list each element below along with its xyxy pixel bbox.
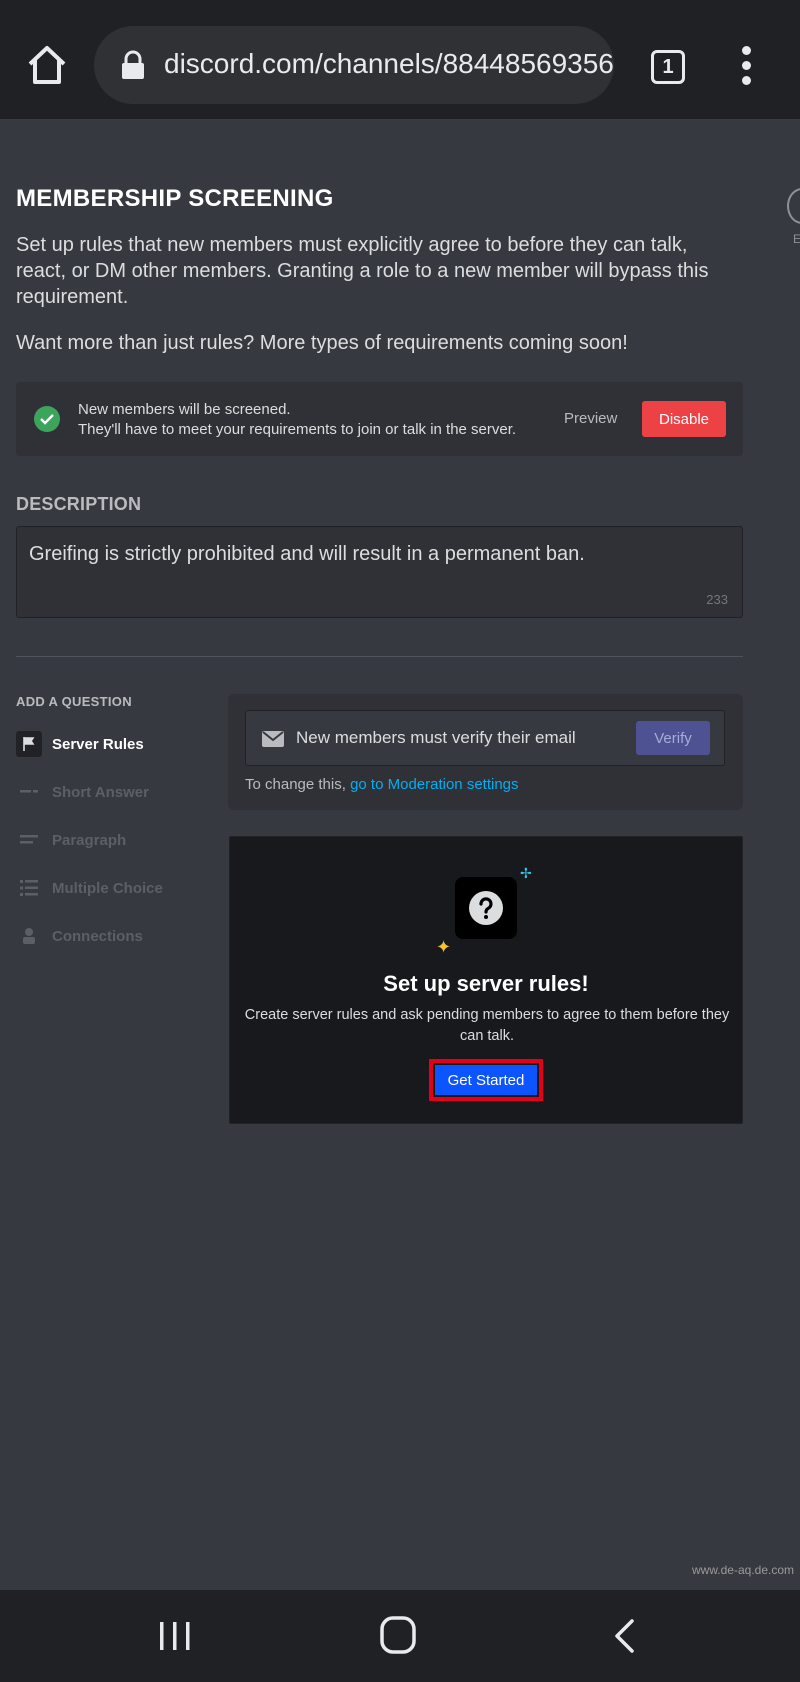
- address-bar[interactable]: discord.com/channels/884485693567: [94, 26, 614, 104]
- robot-icon: [16, 923, 42, 949]
- server-rules-card: ✢ ✦ Set up server rules! Create server r…: [229, 836, 743, 1124]
- home-nav-icon[interactable]: [380, 1616, 416, 1654]
- browser-toolbar: discord.com/channels/884485693567 1: [0, 0, 800, 120]
- disable-button[interactable]: Disable: [642, 401, 726, 437]
- question-mark-icon: [455, 877, 517, 939]
- edge-label-partial: E: [793, 232, 800, 246]
- star-sparkle-icon: ✦: [436, 937, 452, 957]
- email-verification-panel: New members must verify their email Veri…: [228, 694, 743, 810]
- question-short-answer[interactable]: Short Answer: [16, 778, 149, 806]
- back-icon[interactable]: [612, 1618, 636, 1654]
- description-text: Greifing is strictly prohibited and will…: [29, 543, 585, 565]
- verify-button[interactable]: Verify: [636, 721, 710, 755]
- paragraph-icon: [16, 827, 42, 853]
- description-input[interactable]: Greifing is strictly prohibited and will…: [16, 526, 743, 618]
- description-label: DESCRIPTION: [16, 494, 142, 514]
- close-button-partial[interactable]: [787, 188, 800, 224]
- add-question-label: ADD A QUESTION: [16, 694, 132, 709]
- question-paragraph[interactable]: Paragraph: [16, 826, 126, 854]
- verify-email-text: New members must verify their email: [296, 728, 576, 747]
- watermark: www.de-aq.de.com: [691, 1563, 794, 1577]
- divider: [16, 656, 743, 657]
- sparkle-icon: ✢: [520, 865, 532, 881]
- tab-switcher-button[interactable]: 1: [651, 50, 685, 84]
- moderation-settings-link[interactable]: go to Moderation settings: [350, 776, 518, 793]
- question-connections[interactable]: Connections: [16, 922, 143, 950]
- list-icon: [16, 875, 42, 901]
- more-menu-icon[interactable]: [736, 46, 756, 86]
- question-multiple-choice[interactable]: Multiple Choice: [16, 874, 163, 902]
- preview-button[interactable]: Preview: [564, 410, 617, 427]
- intro-text: Set up rules that new members must expli…: [16, 234, 709, 308]
- highlight-outline: Get Started: [429, 1059, 543, 1101]
- system-nav-bar: [0, 1590, 800, 1682]
- question-server-rules[interactable]: Server Rules: [16, 730, 144, 758]
- lock-icon: [120, 50, 146, 80]
- rules-title: Set up server rules!: [383, 971, 589, 996]
- character-count: 233: [706, 592, 728, 607]
- email-verification-row: New members must verify their email Veri…: [245, 710, 725, 766]
- check-circle-icon: [34, 406, 60, 432]
- screening-status-card: New members will be screened. They'll ha…: [16, 382, 743, 456]
- short-answer-icon: [16, 779, 42, 805]
- page-title: MEMBERSHIP SCREENING: [16, 185, 334, 212]
- intro-more-text: Want more than just rules? More types of…: [16, 332, 628, 354]
- recent-apps-icon[interactable]: [158, 1620, 192, 1652]
- change-settings-text: To change this, go to Moderation setting…: [245, 776, 519, 793]
- status-subtitle: They'll have to meet your requirements t…: [78, 421, 517, 438]
- url-text: discord.com/channels/884485693567: [164, 48, 614, 79]
- get-started-button[interactable]: Get Started: [435, 1065, 537, 1095]
- mail-icon: [262, 731, 284, 747]
- home-icon[interactable]: [24, 42, 70, 88]
- status-title: New members will be screened.: [78, 401, 291, 418]
- flag-icon: [16, 731, 42, 757]
- rules-description: Create server rules and ask pending memb…: [244, 1007, 730, 1044]
